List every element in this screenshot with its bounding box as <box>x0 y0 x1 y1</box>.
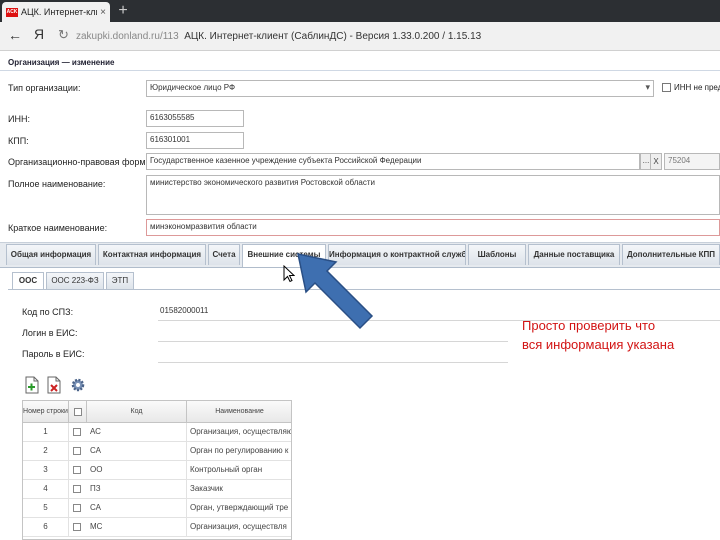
tab-additional-kpp[interactable]: Дополнительные КПП <box>622 244 720 265</box>
row-number: 6 <box>23 518 69 537</box>
settings-gear-icon[interactable] <box>70 376 86 394</box>
row-number: 3 <box>23 461 69 480</box>
row-checkbox[interactable] <box>73 485 81 493</box>
table-row[interactable]: 4 ПЗ Заказчик <box>23 480 291 499</box>
row-checkbox[interactable] <box>73 504 81 512</box>
close-tab-icon[interactable]: × <box>100 7 106 18</box>
inn-input[interactable]: 6163055585 <box>146 110 244 127</box>
row-code: ОО <box>87 461 187 480</box>
page-title: АЦК. Интернет-клиент (СаблинДС) - Версия… <box>184 31 482 42</box>
fullname-input[interactable]: министерство экономического развития Рос… <box>146 175 720 215</box>
eis-password-input[interactable] <box>158 362 508 363</box>
shortname-input[interactable]: минэкономразвития области <box>146 219 720 236</box>
roles-grid: Номер строки Код Наименование 1 АС Орган… <box>22 400 292 540</box>
row-checkbox[interactable] <box>73 523 81 531</box>
annotation-text: Просто проверить что вся информация указ… <box>522 316 720 354</box>
tab-general-info[interactable]: Общая информация <box>6 244 96 265</box>
row-code: СА <box>87 442 187 461</box>
row-number: 2 <box>23 442 69 461</box>
delete-row-icon[interactable] <box>46 376 62 394</box>
inn-not-provided-checkbox[interactable] <box>662 83 671 92</box>
tab-accounts[interactable]: Счета <box>208 244 240 265</box>
new-tab-button[interactable]: + <box>114 2 132 20</box>
inn-label: ИНН: <box>8 114 30 124</box>
panel-divider <box>0 70 720 71</box>
tab-supplier-data[interactable]: Данные поставщика <box>528 244 620 265</box>
pointer-arrow-icon <box>297 253 374 330</box>
panel-title: Организация — изменение <box>8 58 115 67</box>
fullname-label: Полное наименование: <box>8 179 106 189</box>
browser-tab[interactable]: ACK АЦК. Интернет-клиент × <box>2 2 110 22</box>
row-name: Орган, утверждающий тре <box>187 499 291 518</box>
browser-tab-title: АЦК. Интернет-клиент <box>21 7 97 17</box>
add-row-icon[interactable] <box>24 376 40 394</box>
inn-not-provided-label: ИНН не пред <box>674 83 720 92</box>
row-name: Орган по регулированию к <box>187 442 291 461</box>
subtab-etp[interactable]: ЭТП <box>106 272 134 289</box>
type-value: Юридическое лицо РФ <box>150 83 236 92</box>
table-row[interactable]: 2 СА Орган по регулированию к <box>23 442 291 461</box>
row-name: Организация, осуществляющ <box>187 423 291 442</box>
row-number: 5 <box>23 499 69 518</box>
row-checkbox[interactable] <box>73 428 81 436</box>
refresh-icon[interactable]: ↻ <box>58 27 69 43</box>
kpp-label: КПП: <box>8 136 29 146</box>
select-all-checkbox[interactable] <box>73 407 82 416</box>
grid-header-code[interactable]: Код <box>87 401 187 423</box>
row-number: 4 <box>23 480 69 499</box>
url-domain: zakupki.donland.ru/113 <box>76 31 179 42</box>
table-row[interactable]: 6 МС Организация, осуществля <box>23 518 291 537</box>
row-code: СА <box>87 499 187 518</box>
opf-code-field: 75204 <box>664 153 720 170</box>
row-code: АС <box>87 423 187 442</box>
grid-header-row-number[interactable]: Номер строки <box>23 401 69 423</box>
tab-contact-info[interactable]: Контактная информация <box>98 244 206 265</box>
subtab-oos[interactable]: ООС <box>12 272 44 289</box>
row-code: ПЗ <box>87 480 187 499</box>
yandex-logo-icon[interactable]: Я <box>34 26 44 42</box>
row-number: 1 <box>23 423 69 442</box>
opf-label: Организационно-правовая форма: <box>8 157 154 167</box>
type-label: Тип организации: <box>8 83 81 93</box>
row-name: Контрольный орган <box>187 461 291 480</box>
type-select[interactable]: Юридическое лицо РФ ▾ <box>146 80 654 97</box>
opf-input[interactable]: Государственное казенное учреждение субъ… <box>146 153 640 170</box>
eis-login-input[interactable] <box>158 341 508 342</box>
table-row[interactable]: 1 АС Организация, осуществляющ <box>23 423 291 442</box>
row-name: Заказчик <box>187 480 291 499</box>
grid-header-checkbox[interactable] <box>69 401 87 423</box>
shortname-label: Краткое наименование: <box>8 223 108 233</box>
eis-login-label: Логин в ЕИС: <box>22 328 78 338</box>
kpp-input[interactable]: 616301001 <box>146 132 244 149</box>
subtab-oos-223[interactable]: ООС 223-ФЗ <box>46 272 104 289</box>
row-code: МС <box>87 518 187 537</box>
spz-code-value[interactable]: 01582000011 <box>160 306 208 315</box>
opf-clear-button[interactable]: X <box>650 153 662 170</box>
favicon-icon: ACK <box>6 7 18 17</box>
url-field[interactable]: zakupki.donland.ru/113 АЦК. Интернет-кли… <box>76 31 481 42</box>
annotation-line-2: вся информация указана <box>522 337 675 352</box>
annotation-line-1: Просто проверить что <box>522 318 656 333</box>
grid-header-name[interactable]: Наименование <box>187 401 291 423</box>
table-row[interactable]: 3 ОО Контрольный орган <box>23 461 291 480</box>
table-row[interactable]: 5 СА Орган, утверждающий тре <box>23 499 291 518</box>
tab-templates[interactable]: Шаблоны <box>468 244 526 265</box>
spz-code-label: Код по СПЗ: <box>22 307 74 317</box>
eis-password-label: Пароль в ЕИС: <box>22 349 85 359</box>
row-name: Организация, осуществля <box>187 518 291 537</box>
back-arrow-icon[interactable]: ← <box>8 27 22 43</box>
row-checkbox[interactable] <box>73 447 81 455</box>
row-checkbox[interactable] <box>73 466 81 474</box>
chevron-down-icon: ▾ <box>645 82 650 92</box>
